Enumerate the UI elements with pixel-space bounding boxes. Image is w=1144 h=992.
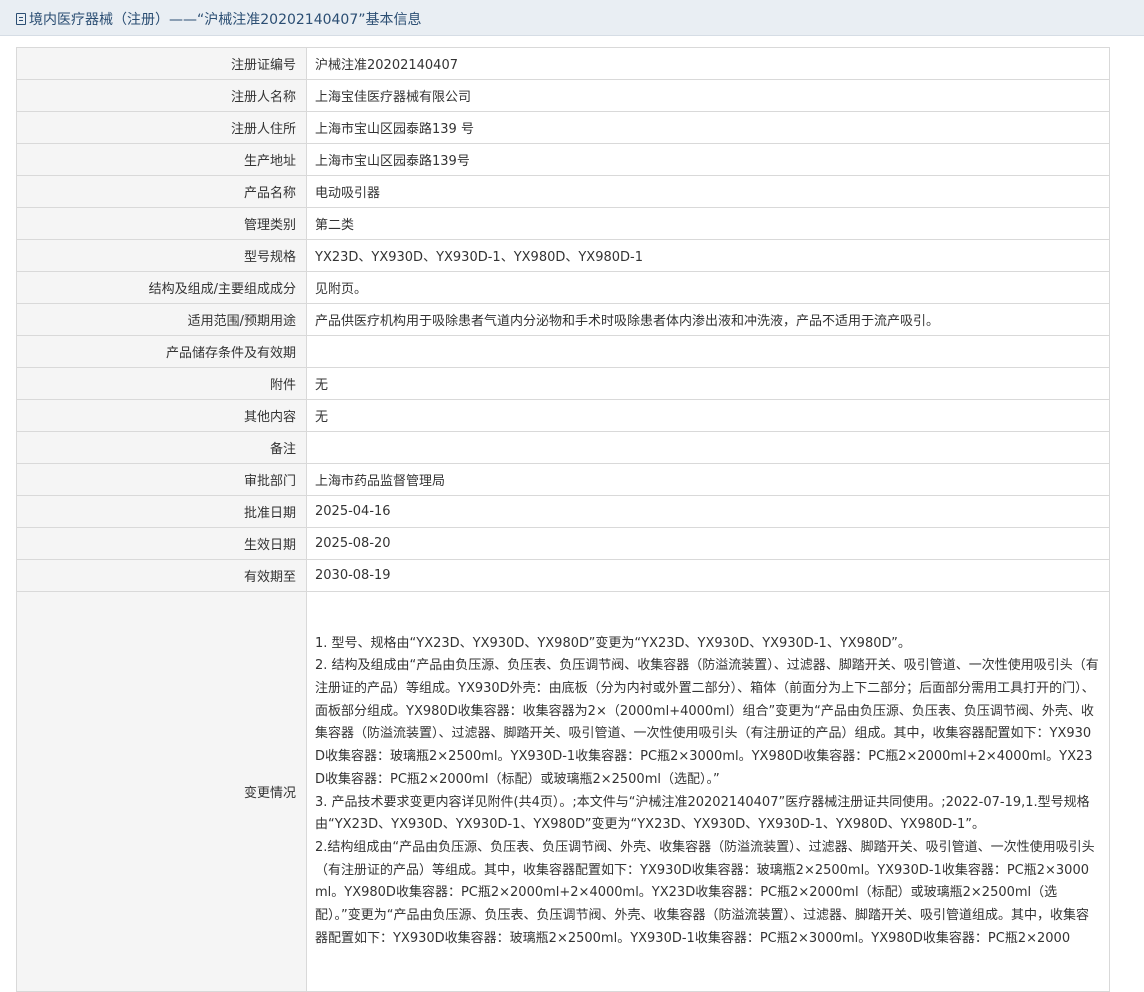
change-label: 变更情况 xyxy=(16,591,307,992)
table-row: 注册人住所 上海市宝山区园泰路139 号 xyxy=(16,111,1110,144)
table-row: 产品名称 电动吸引器 xyxy=(16,175,1110,208)
change-line-2: 2. 结构及组成由“产品由负压源、负压表、负压调节阀、收集容器（防溢流装置）、过… xyxy=(315,658,1099,787)
row-value: 见附页。 xyxy=(306,271,1110,304)
row-label: 其他内容 xyxy=(16,399,307,432)
row-value: 上海市宝山区园泰路139号 xyxy=(306,143,1110,176)
row-label: 管理类别 xyxy=(16,207,307,240)
row-label: 批准日期 xyxy=(16,495,307,528)
row-label: 产品名称 xyxy=(16,175,307,208)
row-value: 上海市药品监督管理局 xyxy=(306,463,1110,496)
table-row: 管理类别 第二类 xyxy=(16,207,1110,240)
row-value: 上海宝佳医疗器械有限公司 xyxy=(306,79,1110,112)
row-label: 注册人名称 xyxy=(16,79,307,112)
page-header: 境内医疗器械（注册）——“沪械注准20202140407”基本信息 xyxy=(0,0,1144,36)
page-title-text: 境内医疗器械（注册）——“沪械注准20202140407”基本信息 xyxy=(29,12,422,28)
info-table: 注册证编号 沪械注准20202140407 注册人名称 上海宝佳医疗器械有限公司… xyxy=(16,47,1110,992)
table-row: 生效日期 2025-08-20 xyxy=(16,527,1110,560)
table-row: 批准日期 2025-04-16 xyxy=(16,495,1110,528)
table-row: 附件 无 xyxy=(16,367,1110,400)
change-line-1: 1. 型号、规格由“YX23D、YX930D、YX980D”变更为“YX23D、… xyxy=(315,635,911,651)
table-row: 结构及组成/主要组成成分 见附页。 xyxy=(16,271,1110,304)
row-value: 沪械注准20202140407 xyxy=(306,47,1110,80)
row-value: 2025-04-16 xyxy=(306,495,1110,528)
row-label: 备注 xyxy=(16,431,307,464)
row-value: 2025-08-20 xyxy=(306,527,1110,560)
row-value: 产品供医疗机构用于吸除患者气道内分泌物和手术时吸除患者体内渗出液和冲洗液，产品不… xyxy=(306,303,1110,336)
row-label: 有效期至 xyxy=(16,559,307,592)
table-row: 注册证编号 沪械注准20202140407 xyxy=(16,47,1110,80)
table-row: 型号规格 YX23D、YX930D、YX930D-1、YX980D、YX980D… xyxy=(16,239,1110,272)
row-label: 注册证编号 xyxy=(16,47,307,80)
row-value: 上海市宝山区园泰路139 号 xyxy=(306,111,1110,144)
row-value: 2030-08-19 xyxy=(306,559,1110,592)
change-value: 1. 型号、规格由“YX23D、YX930D、YX980D”变更为“YX23D、… xyxy=(306,591,1110,992)
row-label: 型号规格 xyxy=(16,239,307,272)
row-value: YX23D、YX930D、YX930D-1、YX980D、YX980D-1 xyxy=(306,239,1110,272)
page-title: 境内医疗器械（注册）——“沪械注准20202140407”基本信息 xyxy=(16,9,421,29)
row-label: 结构及组成/主要组成成分 xyxy=(16,271,307,304)
table-row: 生产地址 上海市宝山区园泰路139号 xyxy=(16,143,1110,176)
row-label: 生产地址 xyxy=(16,143,307,176)
change-line-4: 2.结构组成由“产品由负压源、负压表、负压调节阀、外壳、收集容器（防溢流装置）、… xyxy=(315,839,1095,946)
table-row: 审批部门 上海市药品监督管理局 xyxy=(16,463,1110,496)
table-row: 注册人名称 上海宝佳医疗器械有限公司 xyxy=(16,79,1110,112)
row-value xyxy=(306,335,1110,368)
table-row: 适用范围/预期用途 产品供医疗机构用于吸除患者气道内分泌物和手术时吸除患者体内渗… xyxy=(16,303,1110,336)
table-row: 其他内容 无 xyxy=(16,399,1110,432)
row-value: 第二类 xyxy=(306,207,1110,240)
row-value xyxy=(306,431,1110,464)
row-value: 无 xyxy=(306,367,1110,400)
document-icon xyxy=(16,13,26,25)
row-label: 注册人住所 xyxy=(16,111,307,144)
row-value: 电动吸引器 xyxy=(306,175,1110,208)
row-label: 审批部门 xyxy=(16,463,307,496)
table-row-change: 变更情况 1. 型号、规格由“YX23D、YX930D、YX980D”变更为“Y… xyxy=(16,591,1110,992)
info-table-container: 注册证编号 沪械注准20202140407 注册人名称 上海宝佳医疗器械有限公司… xyxy=(16,47,1110,992)
row-label: 生效日期 xyxy=(16,527,307,560)
table-row: 产品储存条件及有效期 xyxy=(16,335,1110,368)
table-row: 有效期至 2030-08-19 xyxy=(16,559,1110,592)
row-label: 适用范围/预期用途 xyxy=(16,303,307,336)
row-label: 附件 xyxy=(16,367,307,400)
table-row: 备注 xyxy=(16,431,1110,464)
row-value: 无 xyxy=(306,399,1110,432)
change-line-3: 3. 产品技术要求变更内容详见附件(共4页）。;本文件与“沪械注准2020214… xyxy=(315,794,1090,833)
row-label: 产品储存条件及有效期 xyxy=(16,335,307,368)
